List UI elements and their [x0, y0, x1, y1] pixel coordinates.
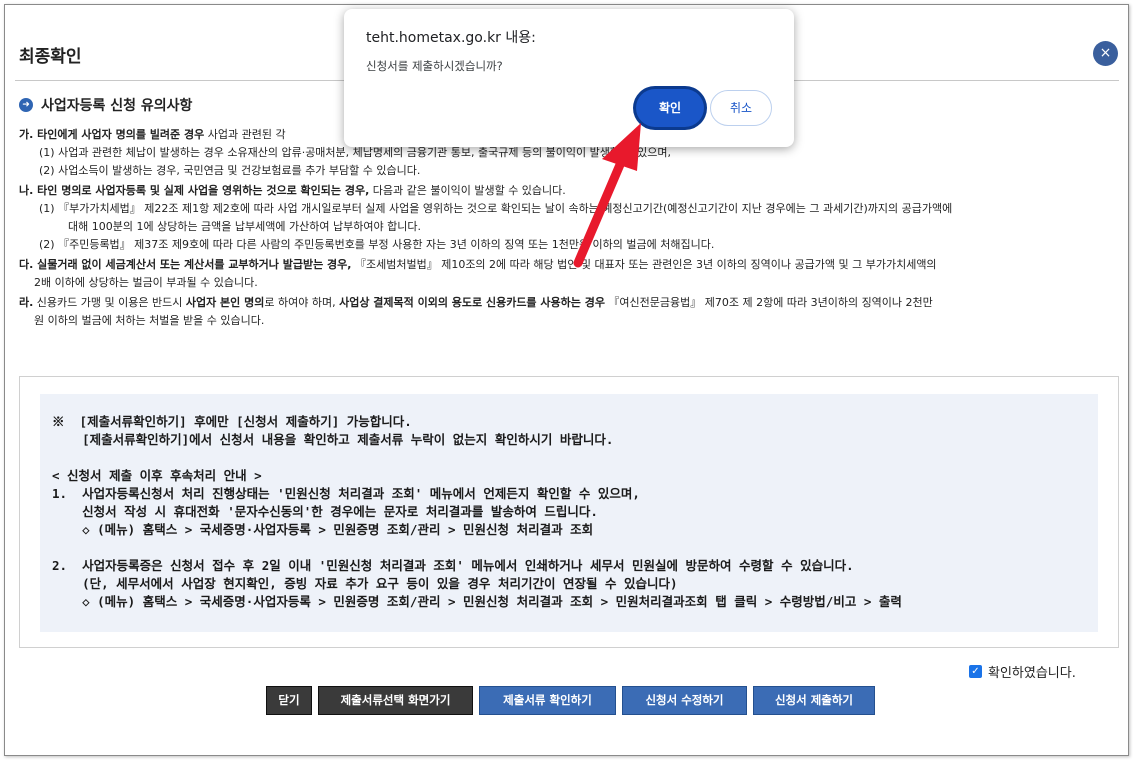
- annotation-arrow-icon: [573, 123, 641, 268]
- arrow-head: [602, 123, 641, 171]
- arrow-shaft: [573, 155, 627, 268]
